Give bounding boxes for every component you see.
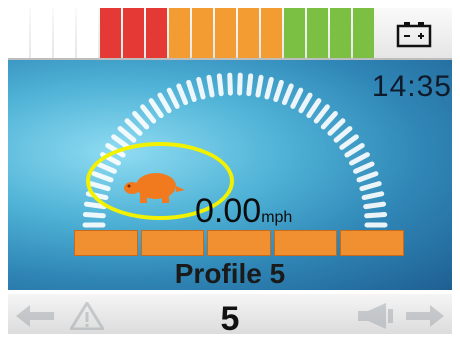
speed-level-bar <box>74 230 404 256</box>
gauge-tick <box>227 72 233 96</box>
battery-level-segment <box>123 8 144 58</box>
gauge-tick <box>176 83 189 106</box>
battery-level-segment <box>54 8 75 58</box>
speed-level-segment <box>340 230 404 256</box>
speed-readout: 0.00mph <box>195 192 292 231</box>
gauge-tick <box>339 134 359 150</box>
battery-status-bar <box>8 8 452 60</box>
speed-unit: mph <box>261 209 293 226</box>
battery-level-segment <box>146 8 167 58</box>
gauge-tick <box>361 191 385 201</box>
gauge-tick <box>359 181 382 192</box>
gauge-tick <box>363 201 387 210</box>
battery-level-segment <box>192 8 213 58</box>
gauge-tick <box>117 126 137 143</box>
gauge-tick <box>353 161 375 174</box>
gauge-tick <box>290 87 304 109</box>
gauge-tick <box>206 74 215 98</box>
gauge-tick <box>320 111 338 130</box>
battery-level-segment <box>353 8 374 58</box>
horn-icon[interactable] <box>356 302 396 330</box>
gauge-tick <box>349 152 370 166</box>
battery-level-segment <box>169 8 190 58</box>
gauge-tick <box>166 87 180 109</box>
battery-level-segment <box>284 8 305 58</box>
gauge-tick <box>306 98 322 119</box>
arrow-right-icon[interactable] <box>404 305 444 327</box>
battery-level-segment <box>238 8 259 58</box>
gauge-tick <box>255 74 264 98</box>
gauge-tick <box>124 118 143 136</box>
speed-level-segment <box>207 230 271 256</box>
speed-level-segment <box>273 230 338 256</box>
gauge-tick <box>246 73 254 97</box>
gauge-tick <box>333 126 353 143</box>
gauge-tick <box>344 143 365 158</box>
battery-level-segment <box>31 8 52 58</box>
gauge-tick <box>298 92 313 114</box>
turtle-icon <box>124 173 185 203</box>
battery-level-segment <box>330 8 351 58</box>
battery-level-segment <box>100 8 121 58</box>
battery-level-segment <box>8 8 29 58</box>
gauge-tick <box>281 83 294 106</box>
gauge-tick <box>264 76 274 100</box>
gauge-tick <box>148 98 164 119</box>
speed-level-segment <box>74 230 138 256</box>
battery-level-segment <box>215 8 236 58</box>
gauge-tick <box>356 171 379 183</box>
gauge-tick <box>313 104 330 124</box>
profile-label: Profile 5 <box>174 258 286 289</box>
gauge-tick <box>186 79 197 102</box>
gauge-tick <box>216 73 224 97</box>
gauge-tick <box>196 76 206 100</box>
gauge-tick <box>132 111 150 130</box>
gauge-tick <box>82 212 106 219</box>
wheelchair-controller-display: 14:35 0.00mph Profile 5 5 <box>0 0 460 340</box>
gauge-tick <box>364 212 388 219</box>
speed-level-segment <box>140 230 205 256</box>
gauge-tick <box>157 92 172 114</box>
battery-level-segment <box>307 8 328 58</box>
gauge-tick <box>237 72 243 96</box>
battery-icon <box>396 22 432 48</box>
gauge-tick <box>140 104 157 124</box>
gauge-tick <box>273 79 284 102</box>
battery-level-segment <box>77 8 98 58</box>
gauge-tick <box>327 118 346 136</box>
battery-level-segment <box>261 8 282 58</box>
speed-value: 0.00 <box>195 192 262 230</box>
